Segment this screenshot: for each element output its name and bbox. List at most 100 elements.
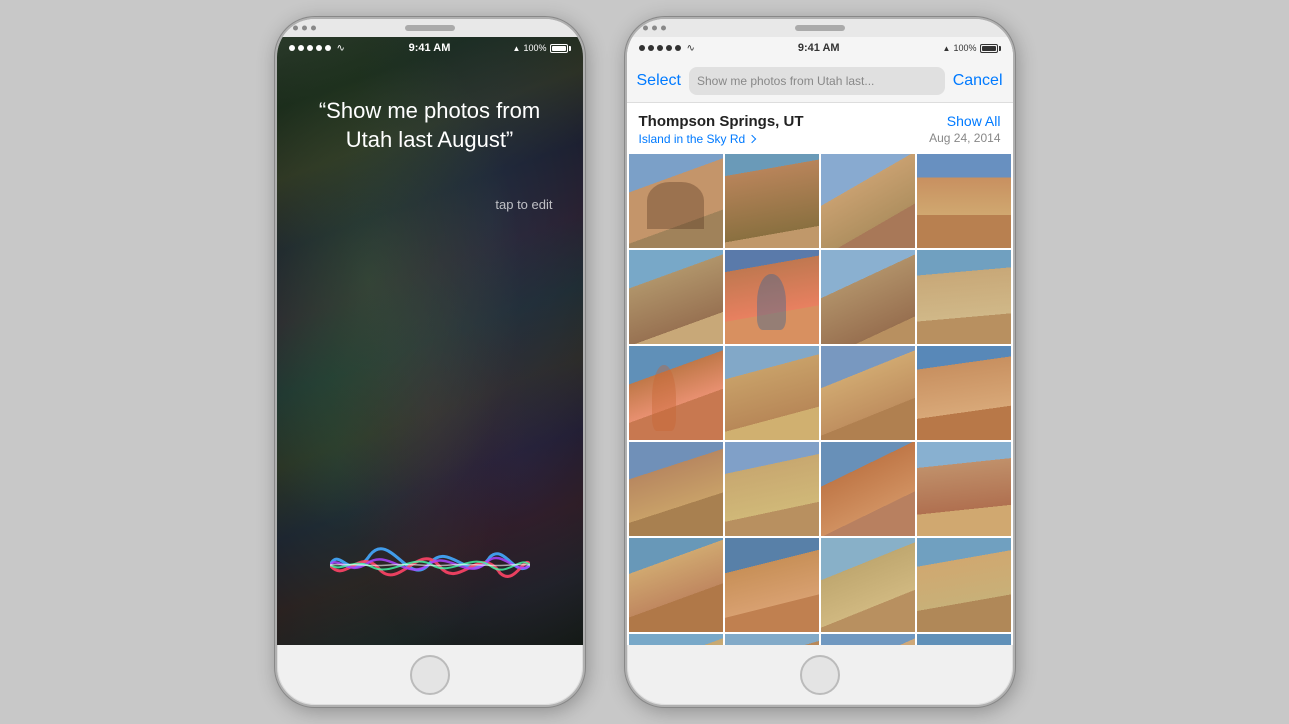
photo-cell[interactable] <box>821 346 915 440</box>
search-bar[interactable]: Show me photos from Utah last... <box>689 67 945 95</box>
pd5 <box>675 45 681 51</box>
photo-8 <box>917 250 1011 344</box>
photos-status-bar: ∿ 9:41 AM ▲ 100% <box>627 37 1013 59</box>
location-date: Aug 24, 2014 <box>929 131 1000 145</box>
photo-3 <box>821 154 915 248</box>
photo-23 <box>821 634 915 645</box>
photo-cell[interactable] <box>821 538 915 632</box>
location-sub[interactable]: Island in the Sky Rd <box>639 132 804 146</box>
phone-top-bar-siri <box>277 19 583 37</box>
location-chevron-icon <box>748 134 756 142</box>
phone-speaker-siri <box>405 25 455 31</box>
photo-5 <box>629 250 723 344</box>
photo-cell[interactable] <box>917 634 1011 645</box>
photos-phone: ∿ 9:41 AM ▲ 100% Select Show me photos f… <box>625 17 1015 707</box>
pdot2 <box>652 26 657 31</box>
photo-grid <box>627 152 1013 645</box>
sub-location-text: Island in the Sky Rd <box>639 132 746 146</box>
s-dot3 <box>307 45 313 51</box>
photo-cell[interactable] <box>725 346 819 440</box>
s-dot1 <box>289 45 295 51</box>
photo-cell[interactable] <box>629 634 723 645</box>
photo-4 <box>917 154 1011 248</box>
photo-18 <box>725 538 819 632</box>
photos-time: 9:41 AM <box>798 42 840 54</box>
photo-cell[interactable] <box>821 442 915 536</box>
pdot1 <box>643 26 648 31</box>
photos-home-btn[interactable] <box>800 655 840 695</box>
pd2 <box>648 45 654 51</box>
pd4 <box>666 45 672 51</box>
photo-cell[interactable] <box>725 154 819 248</box>
pd1 <box>639 45 645 51</box>
siri-battery-area: ▲ 100% <box>513 43 571 53</box>
photos-wifi-icon: ∿ <box>687 43 695 54</box>
photo-cell[interactable] <box>725 538 819 632</box>
photo-cell[interactable] <box>629 538 723 632</box>
photo-9 <box>629 346 723 440</box>
siri-location-icon: ▲ <box>513 44 521 53</box>
location-header: Thompson Springs, UT Island in the Sky R… <box>627 103 1013 152</box>
photo-21 <box>629 634 723 645</box>
phone-top-bar-photos <box>627 19 1013 37</box>
photo-cell[interactable] <box>629 442 723 536</box>
photo-19 <box>821 538 915 632</box>
location-name: Thompson Springs, UT <box>639 113 804 130</box>
photo-cell[interactable] <box>821 634 915 645</box>
siri-wifi-icon: ∿ <box>337 43 345 54</box>
photo-13 <box>629 442 723 536</box>
pd3 <box>657 45 663 51</box>
select-button[interactable]: Select <box>637 72 681 90</box>
photos-battery-pct: 100% <box>953 43 976 53</box>
dot1 <box>293 26 298 31</box>
siri-home-btn[interactable] <box>410 655 450 695</box>
photo-14 <box>725 442 819 536</box>
photos-content[interactable]: Thompson Springs, UT Island in the Sky R… <box>627 103 1013 645</box>
photo-cell[interactable] <box>629 250 723 344</box>
photo-20 <box>917 538 1011 632</box>
photo-17 <box>629 538 723 632</box>
pdot3 <box>661 26 666 31</box>
photo-11 <box>821 346 915 440</box>
siri-time: 9:41 AM <box>409 42 451 54</box>
photo-cell[interactable] <box>917 538 1011 632</box>
photo-cell[interactable] <box>629 346 723 440</box>
photo-cell[interactable] <box>725 250 819 344</box>
siri-battery-pct: 100% <box>523 43 546 53</box>
photo-cell[interactable] <box>917 154 1011 248</box>
siri-signal-dots: ∿ <box>289 43 345 54</box>
search-placeholder: Show me photos from Utah last... <box>697 74 874 88</box>
photo-cell[interactable] <box>725 442 819 536</box>
photos-screen: ∿ 9:41 AM ▲ 100% Select Show me photos f… <box>627 37 1013 645</box>
siri-screen: ∿ 9:41 AM ▲ 100% “Show me photos from Ut… <box>277 37 583 645</box>
siri-tap-to-edit[interactable]: tap to edit <box>495 197 552 212</box>
photo-cell[interactable] <box>917 346 1011 440</box>
dot3 <box>311 26 316 31</box>
s-dot5 <box>325 45 331 51</box>
photo-2 <box>725 154 819 248</box>
cancel-button[interactable]: Cancel <box>953 72 1003 90</box>
photos-signal-dots: ∿ <box>639 43 695 54</box>
photo-16 <box>917 442 1011 536</box>
photos-location-icon: ▲ <box>943 44 951 53</box>
photo-7 <box>821 250 915 344</box>
photo-cell[interactable] <box>725 634 819 645</box>
siri-quote-text: “Show me photos from Utah last August” <box>277 97 583 154</box>
s-dot2 <box>298 45 304 51</box>
siri-status-bar: ∿ 9:41 AM ▲ 100% <box>277 37 583 59</box>
photo-cell[interactable] <box>917 442 1011 536</box>
photo-cell[interactable] <box>821 154 915 248</box>
photos-battery-area: ▲ 100% <box>943 43 1001 53</box>
siri-waveform <box>277 525 583 605</box>
photo-cell[interactable] <box>629 154 723 248</box>
photo-cell[interactable] <box>917 250 1011 344</box>
location-left: Thompson Springs, UT Island in the Sky R… <box>639 113 804 146</box>
photo-22 <box>725 634 819 645</box>
photo-6 <box>725 250 819 344</box>
photo-cell[interactable] <box>821 250 915 344</box>
photo-24 <box>917 634 1011 645</box>
dot2 <box>302 26 307 31</box>
show-all-button[interactable]: Show All <box>929 113 1000 129</box>
photo-10 <box>725 346 819 440</box>
s-dot4 <box>316 45 322 51</box>
